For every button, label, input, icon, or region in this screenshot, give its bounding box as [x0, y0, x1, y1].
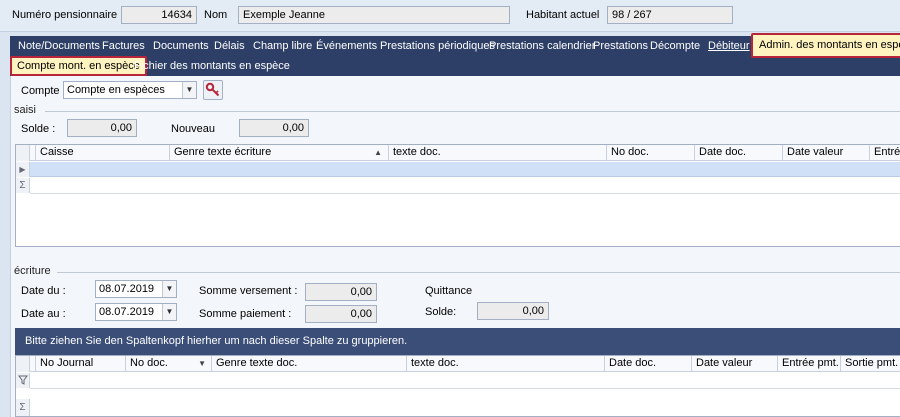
- chevron-down-icon[interactable]: ▼: [162, 304, 176, 320]
- account-label: Compte: [21, 85, 60, 97]
- col-entree[interactable]: Entrée: [869, 145, 900, 161]
- ecriture-separator: [57, 272, 900, 273]
- filter-row-divider: [30, 388, 900, 389]
- saisi-separator: [45, 111, 900, 112]
- grid-corner: [16, 145, 30, 161]
- somme-versement-field: 0,00: [305, 283, 377, 301]
- account-select-value: Compte en espèces: [67, 84, 165, 96]
- subtab-compte-mont-espece[interactable]: Compte mont. en espèce: [10, 56, 147, 76]
- col-entree-pmt[interactable]: Entrée pmt.: [777, 356, 840, 372]
- somme-versement-label: Somme versement :: [199, 285, 298, 297]
- filter-dropdown-icon[interactable]: ▼: [198, 356, 206, 371]
- col-date-doc[interactable]: Date doc.: [604, 356, 691, 372]
- col-date-valeur[interactable]: Date valeur: [691, 356, 777, 372]
- tab-delais[interactable]: Délais: [214, 36, 245, 58]
- chevron-down-icon[interactable]: ▼: [162, 281, 176, 297]
- sort-ascending-icon: ▲: [374, 148, 382, 157]
- main-tab-bar: Note/Documents Factures Documents Délais…: [10, 33, 900, 58]
- resident-field: 98 / 267: [607, 6, 733, 24]
- col-caisse[interactable]: Caisse: [35, 145, 169, 161]
- somme-paiement-field: 0,00: [305, 305, 377, 323]
- tab-factures[interactable]: Factures: [102, 36, 145, 58]
- col-genre-texte-ecriture-label: Genre texte écriture: [174, 146, 272, 158]
- date-au-field[interactable]: 08.07.2019 ▼: [95, 303, 177, 321]
- quittance-label: Quittance: [425, 285, 473, 297]
- saisi-legend: saisi: [14, 104, 37, 116]
- date-au-value: 08.07.2019: [99, 306, 155, 318]
- journal-grid[interactable]: No Journal No doc. ▼ Genre texte doc. te…: [15, 355, 900, 417]
- resident-label: Habitant actuel: [526, 9, 600, 21]
- cash-account-panel: Compte Compte en espèces ▼ saisi Solde :…: [10, 76, 900, 417]
- filter-icon[interactable]: [16, 373, 30, 388]
- journal-grid-header: No Journal No doc. ▼ Genre texte doc. te…: [16, 356, 900, 372]
- date-au-label: Date au :: [21, 308, 66, 320]
- col-texte-doc[interactable]: texte doc.: [388, 145, 606, 161]
- tab-note-documents[interactable]: Note/Documents: [18, 36, 100, 58]
- col-date-doc[interactable]: Date doc.: [694, 145, 782, 161]
- account-select[interactable]: Compte en espèces ▼: [63, 81, 197, 99]
- nouveau-label: Nouveau: [171, 123, 216, 135]
- col-no-journal[interactable]: No Journal: [35, 356, 125, 372]
- col-date-valeur[interactable]: Date valeur: [782, 145, 869, 161]
- tab-debiteur[interactable]: Débiteur: [708, 36, 750, 58]
- tab-decompte[interactable]: Décompte: [650, 36, 700, 58]
- pensioner-number-field: 14634: [121, 6, 197, 24]
- summary-row-divider: [30, 193, 900, 194]
- grid-corner: [16, 356, 30, 372]
- col-genre-texte-ecriture[interactable]: Genre texte écriture ▲: [169, 145, 388, 161]
- name-label: Nom: [204, 9, 228, 21]
- ecriture-solde-label: Solde:: [425, 306, 457, 318]
- key-icon[interactable]: [203, 80, 223, 100]
- saisi-solde-label: Solde :: [21, 123, 56, 135]
- table-row[interactable]: [30, 162, 900, 177]
- ecriture-solde-field: 0,00: [477, 302, 549, 320]
- col-no-doc[interactable]: No doc.: [606, 145, 694, 161]
- nouveau-field: 0,00: [239, 119, 309, 137]
- cash-entries-grid[interactable]: Caisse Genre texte écriture ▲ texte doc.…: [15, 144, 900, 247]
- sub-tab-bar: Compte mont. en espèce Fichier des monta…: [10, 56, 900, 76]
- col-sortie-pmt[interactable]: Sortie pmt.: [840, 356, 900, 372]
- saisi-solde-field: 0,00: [67, 119, 137, 137]
- tab-evenements[interactable]: Événements: [316, 36, 377, 58]
- col-genre-texte-doc[interactable]: Genre texte doc.: [211, 356, 406, 372]
- col-no-doc[interactable]: No doc. ▼: [125, 356, 211, 372]
- subtab-fichier-montants-espece[interactable]: Fichier des montants en espèce: [134, 58, 290, 76]
- somme-paiement-label: Somme paiement :: [199, 308, 292, 320]
- tab-prestations[interactable]: Prestations: [593, 36, 648, 58]
- sum-icon: Σ: [16, 399, 30, 416]
- pensioner-number-label: Numéro pensionnaire: [12, 9, 118, 21]
- sum-icon: Σ: [16, 178, 30, 193]
- ecriture-legend: écriture: [14, 265, 51, 277]
- group-by-area[interactable]: Bitte ziehen Sie den Spaltenkopf hierher…: [15, 328, 900, 355]
- cash-entries-grid-header: Caisse Genre texte écriture ▲ texte doc.…: [16, 145, 900, 161]
- tab-admin-montants-espece[interactable]: Admin. des montants en espèce: [751, 33, 900, 58]
- tab-documents[interactable]: Documents: [153, 36, 209, 58]
- date-du-field[interactable]: 08.07.2019 ▼: [95, 280, 177, 298]
- col-texte-doc[interactable]: texte doc.: [406, 356, 604, 372]
- tab-champ-libre[interactable]: Champ libre: [253, 36, 312, 58]
- chevron-down-icon[interactable]: ▼: [182, 82, 196, 98]
- date-du-value: 08.07.2019: [99, 283, 155, 295]
- date-du-label: Date du :: [21, 285, 66, 297]
- col-no-doc-label: No doc.: [130, 357, 168, 369]
- row-indicator-icon: ▶: [16, 162, 30, 177]
- name-field: Exemple Jeanne: [238, 6, 510, 24]
- pensioner-header: Numéro pensionnaire 14634 Nom Exemple Je…: [0, 0, 900, 32]
- tab-prestations-calendrier[interactable]: Prestations calendrier: [489, 36, 595, 58]
- tab-prestations-periodiques[interactable]: Prestations périodiques: [380, 36, 495, 58]
